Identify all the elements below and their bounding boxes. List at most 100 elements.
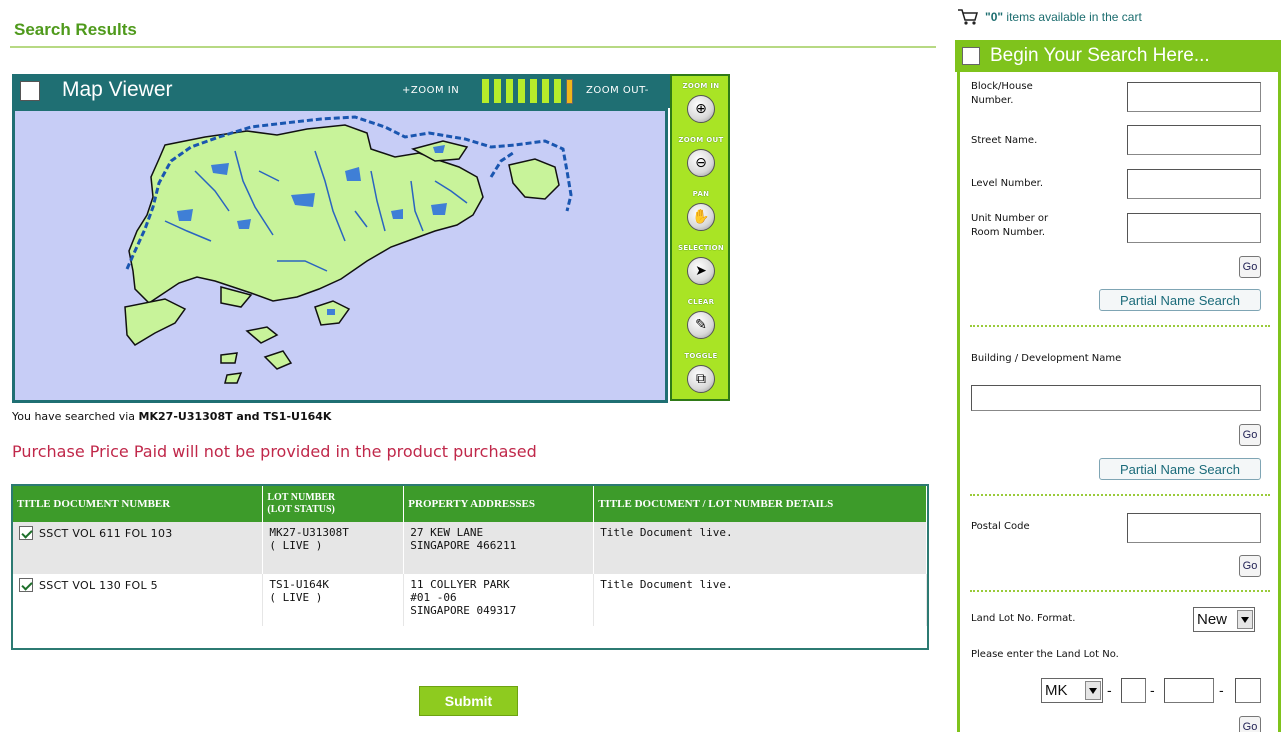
zoom-level-slider[interactable] bbox=[482, 79, 576, 104]
map-sentosa-spot bbox=[327, 309, 335, 315]
postal-code-input[interactable] bbox=[1127, 513, 1261, 543]
header-details: TITLE DOCUMENT / LOT NUMBER DETAILS bbox=[593, 486, 927, 522]
map-tool-label: ZOOM OUT bbox=[678, 136, 724, 144]
building-label: Building / Development Name bbox=[971, 353, 1122, 364]
land-lot-format-select[interactable]: New bbox=[1193, 607, 1255, 632]
search-note-query: MK27-U31308T and TS1-U164K bbox=[138, 410, 332, 423]
map-viewer: Map Viewer +ZOOM IN ZOOM OUT- ZOOM IN ⊕ … bbox=[12, 74, 730, 405]
partial-name-search-button-building[interactable]: Partial Name Search bbox=[1099, 458, 1261, 480]
map-tool-zoom-in-button[interactable]: ZOOM IN ⊕ bbox=[678, 82, 724, 130]
partial-name-search-button[interactable]: Partial Name Search bbox=[1099, 289, 1261, 311]
cell-details: Title Document live. bbox=[593, 574, 927, 626]
cell-title-document: SSCT VOL 130 FOL 5 bbox=[13, 574, 264, 626]
zoom-out-icon: ⊖ bbox=[687, 149, 715, 177]
shopping-cart-icon bbox=[958, 9, 978, 25]
zoom-level-bar[interactable] bbox=[494, 79, 501, 103]
map-southern-island-b bbox=[263, 350, 293, 370]
chevron-down-icon bbox=[1085, 681, 1101, 700]
go-button-postal[interactable]: Go bbox=[1239, 555, 1261, 577]
building-name-input[interactable] bbox=[971, 385, 1261, 411]
header-title-document: TITLE DOCUMENT NUMBER bbox=[13, 486, 264, 522]
map-tool-label: PAN bbox=[692, 190, 710, 198]
section-divider bbox=[970, 590, 1270, 592]
title-divider bbox=[10, 46, 936, 48]
zoom-level-bar[interactable] bbox=[542, 79, 549, 103]
zoom-in-icon: ⊕ bbox=[687, 95, 715, 123]
map-viewer-checkbox[interactable] bbox=[20, 81, 40, 101]
land-lot-format-label: Land Lot No. Format. bbox=[971, 613, 1076, 624]
search-query-note: You have searched via MK27-U31308T and T… bbox=[12, 410, 331, 423]
map-southern-island-d bbox=[224, 372, 243, 384]
row-checkbox[interactable] bbox=[19, 526, 33, 540]
map-lake-west bbox=[177, 209, 193, 221]
map-tool-selection-button[interactable]: SELECTION ➤ bbox=[678, 244, 724, 292]
postal-label: Postal Code bbox=[971, 521, 1030, 532]
zoom-in-link[interactable]: +ZOOM IN bbox=[402, 85, 459, 96]
header-lot-line2: (LOT STATUS) bbox=[267, 504, 335, 515]
header-lot-number: LOT NUMBER (LOT STATUS) bbox=[262, 486, 405, 522]
land-lot-part2-input[interactable] bbox=[1164, 678, 1214, 703]
chevron-down-icon bbox=[1237, 610, 1253, 629]
map-tool-toggle-button[interactable]: TOGGLE ⧉ bbox=[678, 352, 724, 400]
land-lot-part1-input[interactable] bbox=[1121, 678, 1146, 703]
go-button-land-lot[interactable]: Go bbox=[1239, 716, 1261, 732]
map-tool-clear-button[interactable]: CLEAR ✎ bbox=[678, 298, 724, 346]
cursor-select-icon: ➤ bbox=[687, 257, 715, 285]
map-tool-label: CLEAR bbox=[687, 298, 715, 306]
go-button-building[interactable]: Go bbox=[1239, 424, 1261, 446]
land-lot-prefix-value: MK bbox=[1045, 682, 1068, 699]
lot-status: ( LIVE ) bbox=[269, 591, 323, 604]
dash-separator: - bbox=[1107, 682, 1112, 698]
search-panel-header: Begin Your Search Here... bbox=[955, 40, 1281, 72]
level-label: Level Number. bbox=[971, 178, 1044, 189]
zoom-level-bar[interactable] bbox=[554, 79, 561, 103]
map-west-island bbox=[124, 298, 187, 346]
street-label: Street Name. bbox=[971, 135, 1038, 146]
unit-label: Unit Number or Room Number. bbox=[971, 213, 1049, 238]
level-number-input[interactable] bbox=[1127, 169, 1261, 199]
lot-number: MK27-U31308T bbox=[269, 526, 349, 539]
go-button-address[interactable]: Go bbox=[1239, 256, 1261, 278]
header-property-address: PROPERTY ADDRESSES bbox=[403, 486, 595, 522]
submit-button[interactable]: Submit bbox=[419, 686, 518, 716]
zoom-level-bar[interactable] bbox=[506, 79, 513, 103]
zoom-level-bar[interactable] bbox=[482, 79, 489, 103]
map-southern-island-a bbox=[245, 326, 279, 344]
title-document-number: SSCT VOL 130 FOL 5 bbox=[39, 578, 158, 592]
map-tool-label: TOGGLE bbox=[684, 352, 718, 360]
land-lot-part3-input[interactable] bbox=[1235, 678, 1261, 703]
zoom-out-link[interactable]: ZOOM OUT- bbox=[586, 85, 649, 96]
map-pulau-tekong bbox=[508, 158, 560, 200]
title-document-number: SSCT VOL 611 FOL 103 bbox=[39, 526, 173, 540]
cart-count: "0" bbox=[985, 10, 1004, 24]
singapore-map bbox=[124, 115, 573, 384]
search-panel-checkbox[interactable] bbox=[962, 47, 980, 65]
cell-lot: MK27-U31308T( LIVE ) bbox=[262, 522, 405, 574]
zoom-level-bar[interactable] bbox=[530, 79, 537, 103]
land-lot-format-value: New bbox=[1197, 611, 1228, 628]
map-tool-label: ZOOM IN bbox=[682, 82, 720, 90]
map-canvas[interactable] bbox=[12, 108, 668, 403]
row-checkbox[interactable] bbox=[19, 578, 33, 592]
zoom-level-bar[interactable] bbox=[566, 79, 573, 104]
cart-status[interactable]: "0" items available in the cart bbox=[957, 8, 1142, 26]
cell-address: 11 COLLYER PARK #01 -06 SINGAPORE 049317 bbox=[403, 574, 595, 626]
land-lot-prefix-select[interactable]: MK bbox=[1041, 678, 1103, 703]
map-viewer-header: Map Viewer +ZOOM IN ZOOM OUT- bbox=[12, 74, 670, 108]
map-tool-zoom-out-button[interactable]: ZOOM OUT ⊖ bbox=[678, 136, 724, 184]
results-table: TITLE DOCUMENT NUMBER LOT NUMBER (LOT STA… bbox=[11, 484, 929, 650]
address-line: 27 KEW LANE bbox=[410, 526, 484, 539]
lot-number: TS1-U164K bbox=[269, 578, 329, 591]
map-tool-label: SELECTION bbox=[678, 244, 725, 252]
zoom-level-bar[interactable] bbox=[518, 79, 525, 103]
address-line: SINGAPORE 466211 bbox=[410, 539, 517, 552]
results-header-row: TITLE DOCUMENT NUMBER LOT NUMBER (LOT STA… bbox=[13, 486, 927, 522]
map-tool-pan-button[interactable]: PAN ✋ bbox=[678, 190, 724, 238]
purchase-price-warning: Purchase Price Paid will not be provided… bbox=[12, 442, 537, 461]
street-name-input[interactable] bbox=[1127, 125, 1261, 155]
address-line: #01 -06 bbox=[410, 591, 457, 604]
block-number-input[interactable] bbox=[1127, 82, 1261, 112]
unit-number-input[interactable] bbox=[1127, 213, 1261, 243]
land-lot-enter-label: Please enter the Land Lot No. bbox=[971, 649, 1119, 660]
section-divider bbox=[970, 494, 1270, 496]
